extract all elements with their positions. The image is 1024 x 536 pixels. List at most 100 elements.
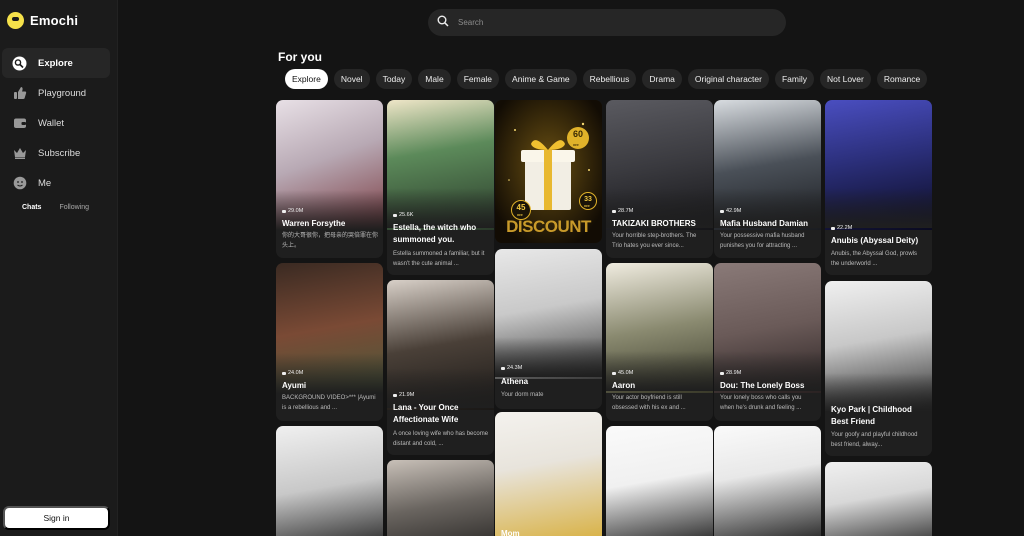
- logo[interactable]: Emochi: [7, 12, 78, 29]
- sidebar-nav: Explore Playground Wallet Subscribe Me: [2, 48, 110, 198]
- search-bar[interactable]: [428, 9, 786, 36]
- category-chip[interactable]: Today: [375, 69, 413, 89]
- character-portrait: [606, 426, 713, 536]
- search-icon: [437, 14, 449, 32]
- sidebar-item-label: Wallet: [38, 117, 65, 129]
- sidebar-item-subscribe[interactable]: Subscribe: [2, 138, 110, 168]
- character-card[interactable]: [606, 426, 713, 536]
- character-name: Dou: The Lonely Boss: [720, 381, 805, 390]
- view-count: 21.9M: [393, 392, 414, 398]
- promo-word: DISCOUNT: [506, 217, 591, 236]
- view-count: 42.9M: [720, 208, 741, 214]
- promo-card[interactable]: 60 OFF 45 OFF 33 OFF DISCOUNT: [495, 100, 602, 243]
- character-card[interactable]: 21.9M Lana - Your Once Affectionate Wife…: [387, 280, 494, 455]
- character-portrait: [495, 412, 602, 536]
- character-name: Mafia Husband Damian: [720, 219, 809, 228]
- character-name: Mom: [501, 529, 520, 536]
- character-description: A once loving wife who has become distan…: [393, 431, 489, 447]
- emochi-logo-icon: [7, 12, 24, 29]
- character-card[interactable]: 28.9M Dou: The Lonely Boss Your lonely b…: [714, 263, 821, 421]
- category-chip[interactable]: Male: [418, 69, 451, 89]
- category-chip[interactable]: Romance: [876, 69, 928, 89]
- character-name: Estella, the witch who summoned you.: [393, 223, 477, 244]
- character-name: Kyo Park | Childhood Best Friend: [831, 405, 912, 426]
- character-description: Your horrible step-brothers. The Trio ha…: [612, 233, 697, 249]
- character-description: Your actor boyfriend is still obsessed w…: [612, 395, 686, 411]
- view-count: 25.6K: [393, 212, 413, 218]
- tab-chats[interactable]: Chats: [22, 204, 41, 211]
- character-card[interactable]: 29.0M Warren Forsythe 你的大哥很你，把母亲的哭倍罪在你头上…: [276, 100, 383, 258]
- character-name: Warren Forsythe: [282, 219, 346, 228]
- character-portrait: [825, 462, 932, 536]
- category-chip[interactable]: Not Lover: [820, 69, 871, 89]
- view-count: 29.0M: [282, 208, 303, 214]
- character-description: Your lonely boss who calls you when he's…: [720, 395, 802, 411]
- thumbs-up-icon: [12, 86, 27, 101]
- sign-in-button[interactable]: Sign in: [3, 506, 110, 530]
- character-card[interactable]: [387, 460, 494, 536]
- view-count: 22.2M: [831, 225, 852, 231]
- view-count: 24.3M: [501, 365, 522, 371]
- character-description: Anubis, the Abyssal God, prowls the unde…: [831, 251, 918, 267]
- character-name: TAKIZAKI BROTHERS: [612, 219, 696, 228]
- character-description: Your possessive mafia husband punishes y…: [720, 233, 805, 249]
- sidebar-item-me[interactable]: Me: [2, 168, 110, 198]
- view-count: 45.0M: [612, 370, 633, 376]
- view-count: 24.0M: [282, 370, 303, 376]
- sidebar-item-wallet[interactable]: Wallet: [2, 108, 110, 138]
- sidebar-item-label: Subscribe: [38, 147, 81, 159]
- character-card[interactable]: [825, 462, 932, 536]
- character-portrait: [276, 426, 383, 536]
- character-card[interactable]: 28.7M TAKIZAKI BROTHERS Your horrible st…: [606, 100, 713, 258]
- explore-icon: [12, 56, 27, 71]
- category-chip[interactable]: Female: [456, 69, 500, 89]
- character-card[interactable]: 42.9M Mafia Husband Damian Your possessi…: [714, 100, 821, 258]
- character-description: 你的大哥很你，把母亲的哭倍罪在你头上。: [282, 233, 378, 249]
- category-chip[interactable]: Family: [774, 69, 815, 89]
- category-chip[interactable]: Anime & Game: [505, 69, 577, 89]
- wallet-icon: [12, 116, 27, 131]
- section-title: For you: [278, 50, 322, 64]
- character-card[interactable]: [276, 426, 383, 536]
- sidebar-item-explore[interactable]: Explore: [2, 48, 110, 78]
- character-portrait: [714, 426, 821, 536]
- character-description: Estella summoned a familiar, but it wasn…: [393, 251, 485, 267]
- crown-icon: [12, 146, 27, 161]
- category-chip[interactable]: Drama: [642, 69, 682, 89]
- character-card[interactable]: Kyo Park | Childhood Best Friend Your go…: [825, 281, 932, 456]
- category-chip[interactable]: Explore: [285, 69, 328, 89]
- sidebar-item-label: Playground: [38, 87, 87, 99]
- character-card[interactable]: 24.3M Athena Your dorm mate: [495, 249, 602, 409]
- face-icon: [12, 176, 27, 191]
- character-portrait: [387, 460, 494, 536]
- character-card[interactable]: Mom: [495, 412, 602, 536]
- app-root: Emochi Explore Playground Wallet Subscri…: [0, 0, 1024, 536]
- category-chip[interactable]: Original character: [687, 69, 769, 89]
- character-name: Aaron: [612, 381, 636, 390]
- search-input[interactable]: [458, 18, 758, 27]
- character-name: Anubis (Abyssal Deity): [831, 236, 919, 245]
- character-description: Your dorm mate: [501, 392, 544, 398]
- category-chip[interactable]: Rebellious: [582, 69, 637, 89]
- character-card[interactable]: 45.0M Aaron Your actor boyfriend is stil…: [606, 263, 713, 421]
- character-name: Athena: [501, 377, 529, 386]
- sidebar-item-playground[interactable]: Playground: [2, 78, 110, 108]
- character-name: Lana - Your Once Affectionate Wife: [393, 403, 459, 424]
- brand-name: Emochi: [30, 13, 79, 28]
- category-chip[interactable]: Novel: [333, 69, 370, 89]
- character-grid: 29.0M Warren Forsythe 你的大哥很你，把母亲的哭倍罪在你头上…: [276, 100, 936, 536]
- character-card[interactable]: [714, 426, 821, 536]
- category-tabs: Explore Novel Today Male Female Anime & …: [285, 69, 936, 90]
- view-count: 28.9M: [720, 370, 741, 376]
- character-card[interactable]: 22.2M Anubis (Abyssal Deity) Anubis, the…: [825, 100, 932, 275]
- tab-following[interactable]: Following: [59, 204, 89, 211]
- character-name: Ayumi: [282, 381, 307, 390]
- view-count: 28.7M: [612, 208, 633, 214]
- character-card[interactable]: 24.0M Ayumi BACKGROUND VIDEO>*** |Ayumi …: [276, 263, 383, 421]
- sidebar: Emochi Explore Playground Wallet Subscri…: [0, 0, 118, 536]
- sidebar-item-label: Explore: [38, 57, 73, 69]
- sidebar-item-label: Me: [38, 177, 52, 189]
- character-card[interactable]: 25.6K Estella, the witch who summoned yo…: [387, 100, 494, 275]
- chat-subtabs: Chats Following: [22, 204, 89, 211]
- character-description: BACKGROUND VIDEO>*** |Ayumi is a rebelli…: [282, 395, 376, 411]
